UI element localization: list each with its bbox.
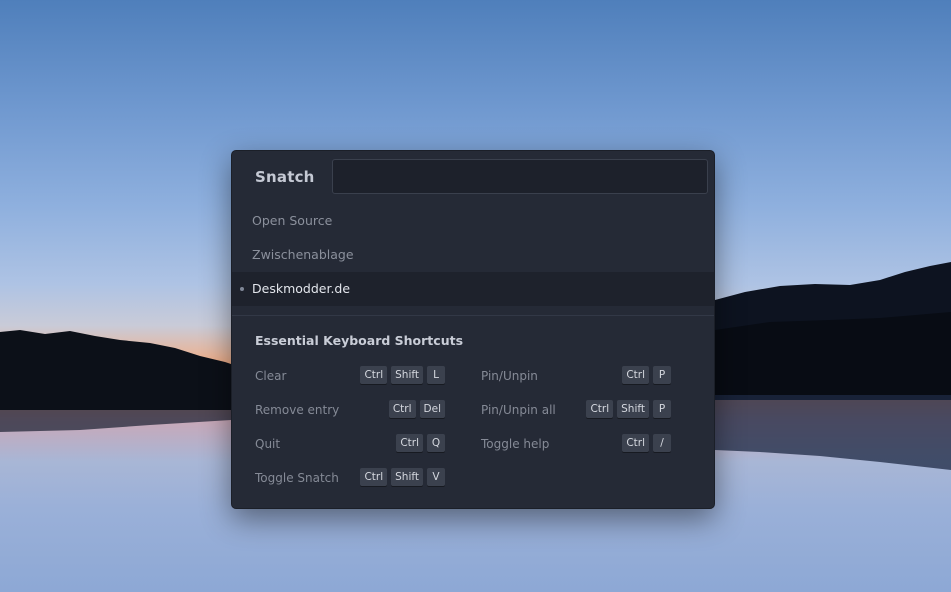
key-cap: Ctrl (622, 366, 649, 384)
key-cap: Ctrl (396, 434, 423, 452)
key-cap: P (653, 366, 671, 384)
shortcut-pin-unpin-all: Pin/Unpin all Ctrl Shift P (481, 400, 671, 420)
key-combo: Ctrl Del (388, 400, 445, 418)
key-cap: Shift (391, 366, 423, 384)
shortcut-label: Toggle Snatch (255, 471, 339, 485)
shortcut-label: Pin/Unpin all (481, 403, 556, 417)
key-cap: / (653, 434, 671, 452)
key-cap: L (427, 366, 445, 384)
shortcut-label: Toggle help (481, 437, 550, 451)
key-combo: Ctrl P (622, 366, 671, 384)
key-cap: Ctrl (360, 366, 388, 384)
divider (232, 315, 714, 316)
key-cap: Shift (617, 400, 649, 418)
shortcut-label: Clear (255, 369, 287, 383)
key-cap: Shift (391, 468, 423, 486)
selected-bullet-icon (240, 287, 244, 291)
search-input[interactable] (332, 159, 708, 194)
key-cap: Del (419, 400, 445, 418)
key-cap: V (427, 468, 445, 486)
clipboard-item[interactable]: Open Source (232, 204, 714, 238)
key-cap: P (653, 400, 671, 418)
key-cap: Q (427, 434, 445, 452)
clipboard-item-selected[interactable]: Deskmodder.de (232, 272, 714, 306)
snatch-window: Snatch Open Source Zwischenablage Deskmo… (231, 150, 715, 509)
shortcut-remove-entry: Remove entry Ctrl Del (255, 400, 445, 420)
key-combo: Ctrl Shift V (360, 468, 445, 486)
clipboard-item-text: Zwischenablage (252, 247, 354, 262)
key-cap: Ctrl (586, 400, 614, 418)
key-combo: Ctrl Q (396, 434, 445, 452)
clipboard-item[interactable]: Zwischenablage (232, 238, 714, 272)
shortcut-label: Remove entry (255, 403, 340, 417)
shortcut-toggle-snatch: Toggle Snatch Ctrl Shift V (255, 468, 445, 488)
app-title: Snatch (255, 168, 315, 186)
shortcut-pin-unpin: Pin/Unpin Ctrl P (481, 366, 671, 386)
key-combo: Ctrl / (622, 434, 671, 452)
key-combo: Ctrl Shift P (586, 400, 671, 418)
shortcut-label: Pin/Unpin (481, 369, 538, 383)
key-combo: Ctrl Shift L (360, 366, 445, 384)
key-cap: Ctrl (360, 468, 388, 486)
key-cap: Ctrl (622, 434, 649, 452)
key-cap: Ctrl (388, 400, 416, 418)
shortcut-toggle-help: Toggle help Ctrl / (481, 434, 671, 454)
clipboard-item-text: Open Source (252, 213, 333, 228)
help-title: Essential Keyboard Shortcuts (255, 333, 464, 348)
shortcut-clear: Clear Ctrl Shift L (255, 366, 445, 386)
shortcut-quit: Quit Ctrl Q (255, 434, 445, 454)
clipboard-item-text: Deskmodder.de (252, 281, 351, 296)
snatch-header: Snatch (232, 151, 714, 207)
desktop: Snatch Open Source Zwischenablage Deskmo… (0, 0, 951, 592)
shortcut-label: Quit (255, 437, 281, 451)
clipboard-list: Open Source Zwischenablage Deskmodder.de (232, 204, 714, 306)
